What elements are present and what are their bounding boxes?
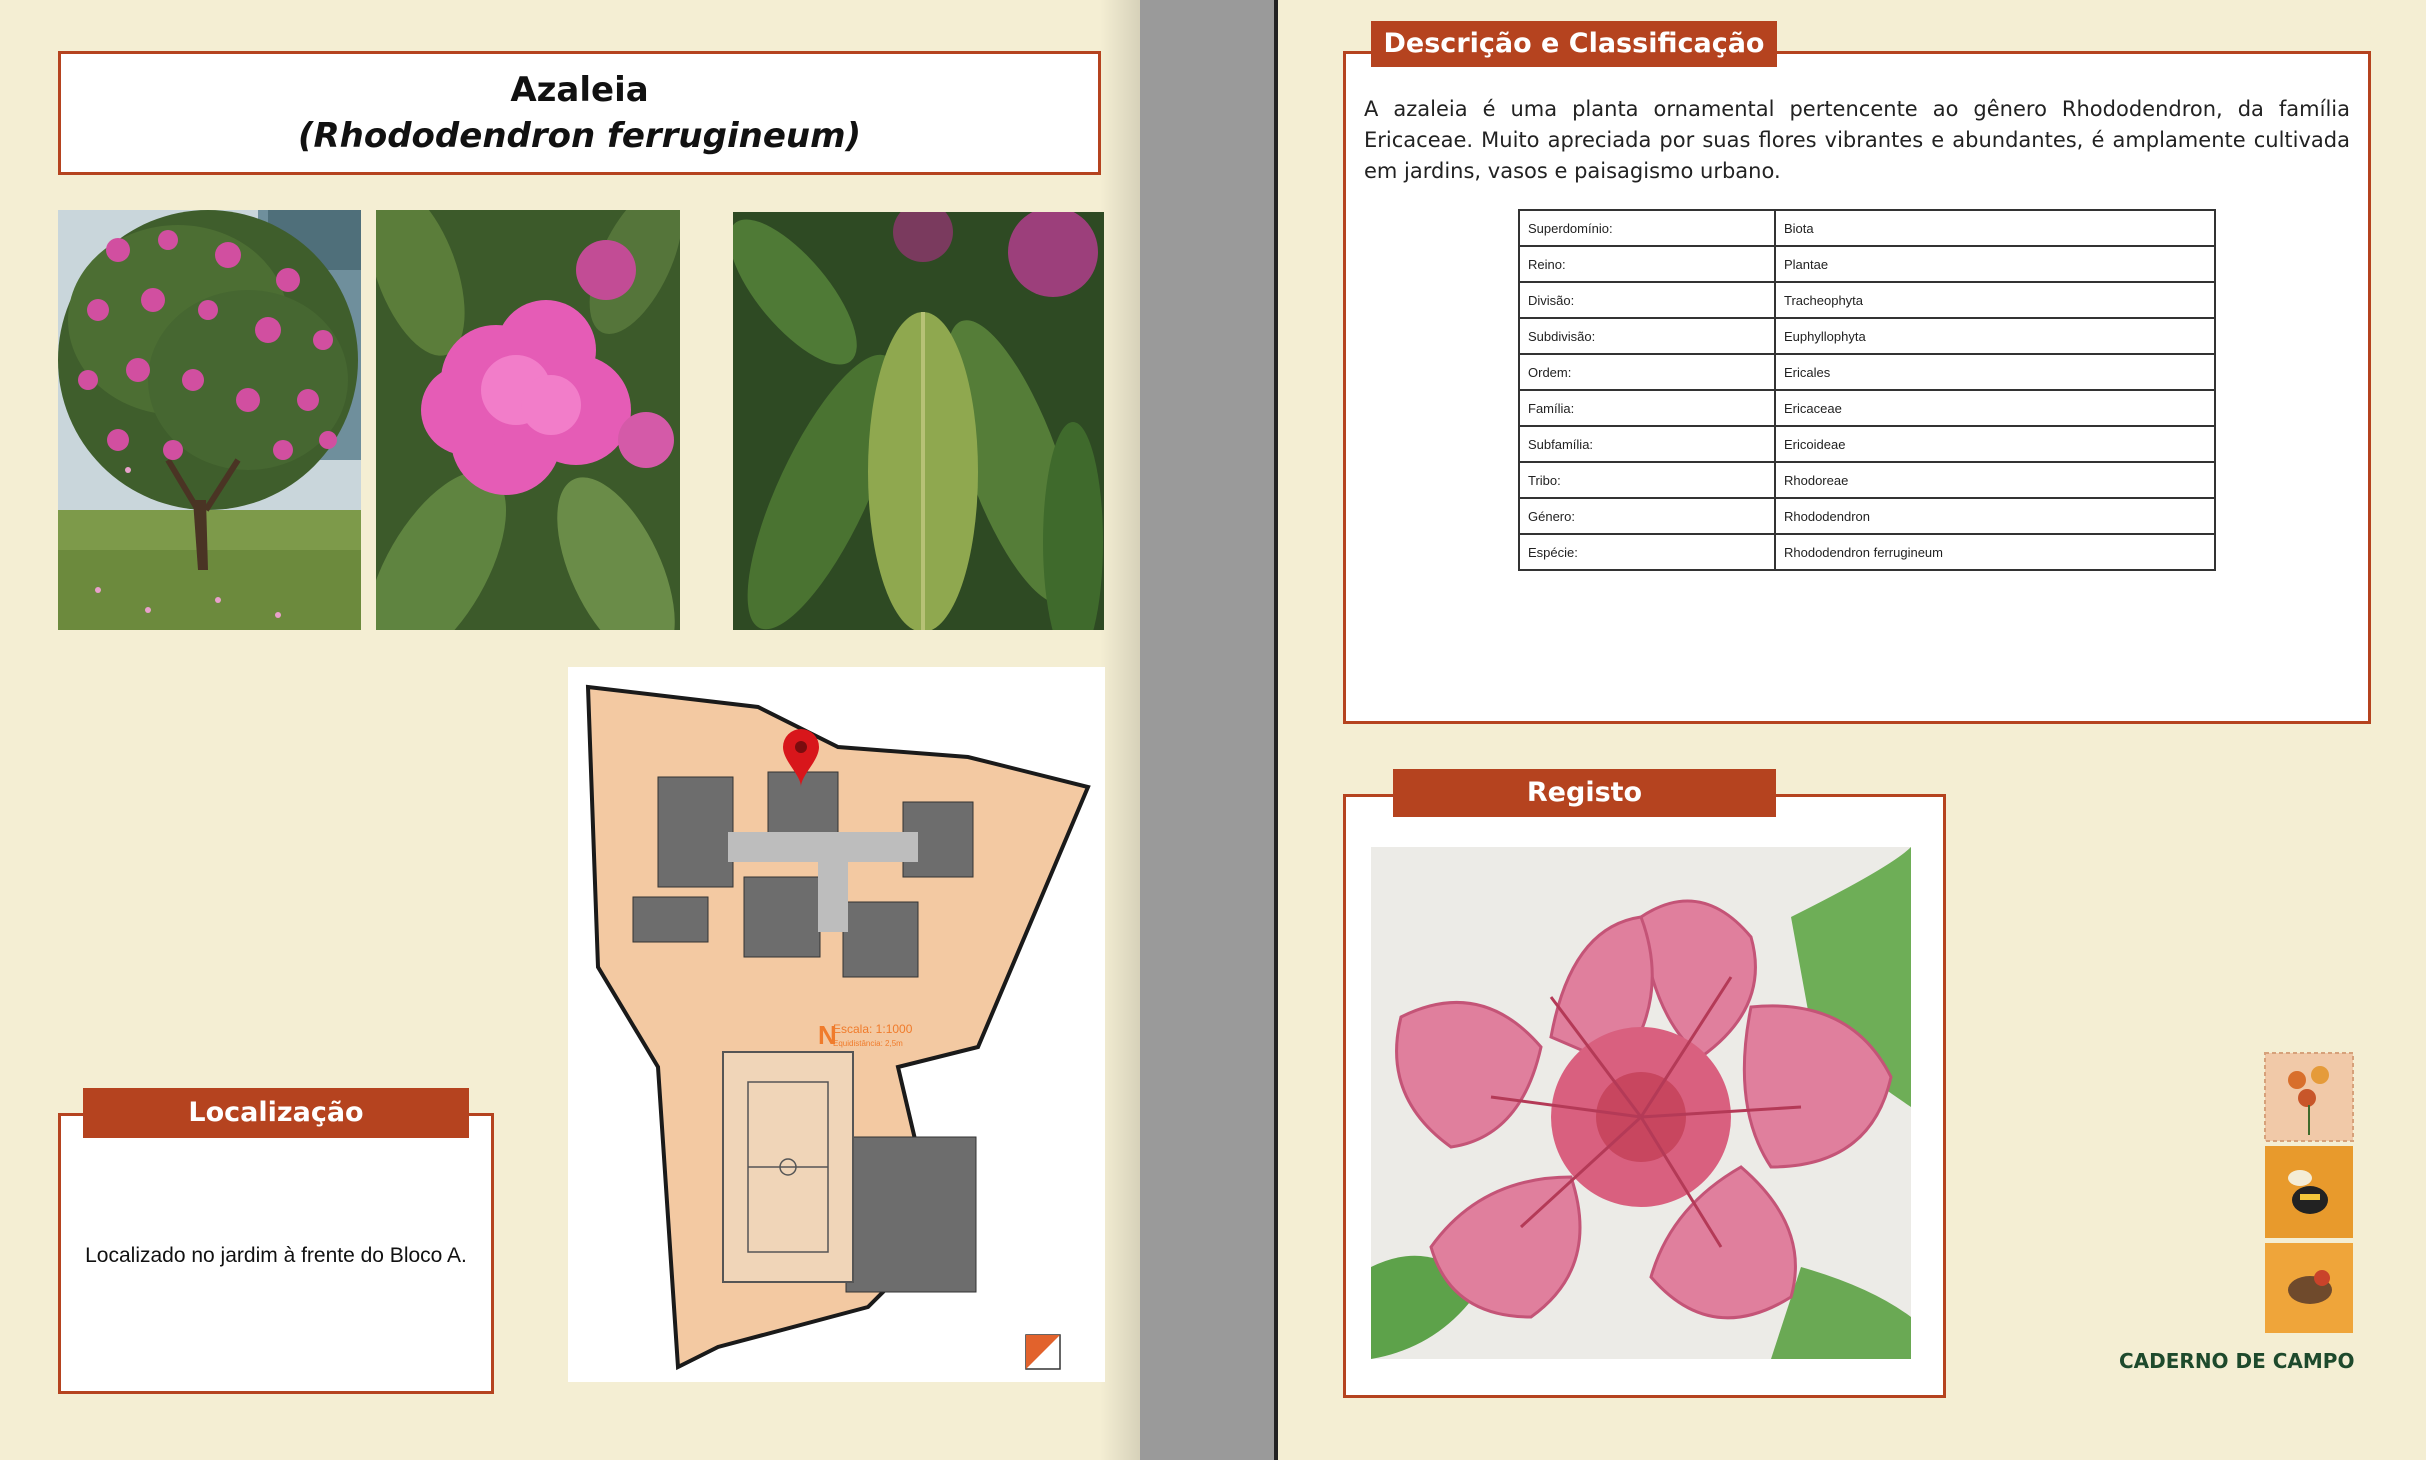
taxonomy-rank: Subdivisão:: [1518, 317, 1776, 355]
taxonomy-rank: Família:: [1518, 389, 1776, 427]
title-box: Azaleia (Rhododendron ferrugineum): [58, 51, 1101, 175]
taxonomy-value: Biota: [1774, 209, 2216, 247]
registo-label: Registo: [1393, 769, 1776, 817]
location-label: Localização: [83, 1088, 469, 1138]
taxonomy-value: Rhododendron: [1774, 497, 2216, 535]
taxonomy-value: Tracheophyta: [1774, 281, 2216, 319]
taxonomy-row: Superdomínio: Biota: [1518, 209, 2216, 247]
page-title: Azaleia: [510, 70, 649, 110]
taxonomy-value: Ericaceae: [1774, 389, 2216, 427]
taxonomy-row: Subfamília: Ericoideae: [1518, 425, 2216, 463]
location-box: Localizado no jardim à frente do Bloco A…: [58, 1113, 494, 1394]
map-equidistance: Equidistância: 2,5m: [833, 1039, 903, 1048]
map-north: N: [818, 1020, 837, 1050]
taxonomy-table: Superdomínio: Biota Reino: Plantae Divisão: T…: [1518, 209, 2216, 571]
campus-map: Escala: 1:1000 Equidistância: 2,5m N: [568, 667, 1105, 1382]
flower-drawing: [1371, 847, 1911, 1359]
taxonomy-row: Reino: Plantae: [1518, 245, 2216, 283]
registo-box: [1343, 794, 1946, 1398]
taxonomy-row: Subdivisão: Euphyllophyta: [1518, 317, 2216, 355]
taxonomy-rank: Género:: [1518, 497, 1776, 535]
taxonomy-rank: Superdomínio:: [1518, 209, 1776, 247]
location-text: Localizado no jardim à frente do Bloco A…: [85, 1244, 467, 1267]
photo-flower: [376, 210, 680, 630]
description-box: A azaleia é uma planta ornamental perten…: [1343, 51, 2371, 724]
map-scale: Escala: 1:1000: [833, 1022, 913, 1036]
photo-shrub: [58, 210, 361, 630]
page-shadow: [1100, 0, 1140, 1460]
taxonomy-value: Euphyllophyta: [1774, 317, 2216, 355]
taxonomy-row: Ordem: Ericales: [1518, 353, 2216, 391]
taxonomy-rank: Reino:: [1518, 245, 1776, 283]
taxonomy-value: Rhododendron ferrugineum: [1774, 533, 2216, 571]
taxonomy-rank: Divisão:: [1518, 281, 1776, 319]
taxonomy-rank: Tribo:: [1518, 461, 1776, 499]
book-gutter: [1140, 0, 1278, 1460]
taxonomy-row: Espécie: Rhododendron ferrugineum: [1518, 533, 2216, 571]
taxonomy-value: Ericoideae: [1774, 425, 2216, 463]
brand-caderno-de-campo: CADERNO DE CAMPO: [2119, 1349, 2355, 1373]
description-label: Descrição e Classificação: [1371, 21, 1777, 67]
taxonomy-value: Plantae: [1774, 245, 2216, 283]
taxonomy-row: Género: Rhododendron: [1518, 497, 2216, 535]
description-text: A azaleia é uma planta ornamental perten…: [1364, 97, 2350, 183]
taxonomy-row: Tribo: Rhodoreae: [1518, 461, 2216, 499]
taxonomy-row: Divisão: Tracheophyta: [1518, 281, 2216, 319]
taxonomy-value: Rhodoreae: [1774, 461, 2216, 499]
taxonomy-row: Família: Ericaceae: [1518, 389, 2216, 427]
scientific-name: (Rhododendron ferrugineum): [297, 116, 862, 156]
taxonomy-value: Ericales: [1774, 353, 2216, 391]
stamps-decoration: [2262, 1050, 2356, 1335]
taxonomy-rank: Ordem:: [1518, 353, 1776, 391]
photo-leaves: [733, 212, 1104, 630]
taxonomy-rank: Espécie:: [1518, 533, 1776, 571]
taxonomy-rank: Subfamília:: [1518, 425, 1776, 463]
